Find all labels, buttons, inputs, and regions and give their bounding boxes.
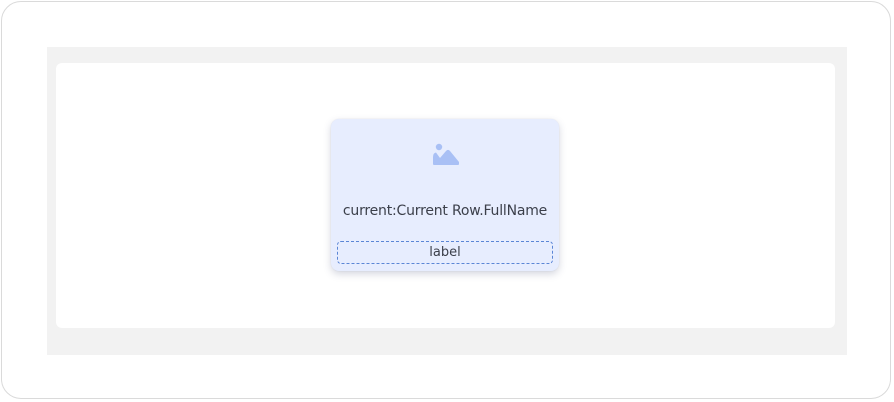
card-title: current:Current Row.FullName bbox=[342, 203, 548, 219]
label-field[interactable]: label bbox=[337, 241, 553, 264]
record-card[interactable]: current:Current Row.FullName label bbox=[331, 119, 559, 271]
image-icon bbox=[433, 143, 459, 165]
